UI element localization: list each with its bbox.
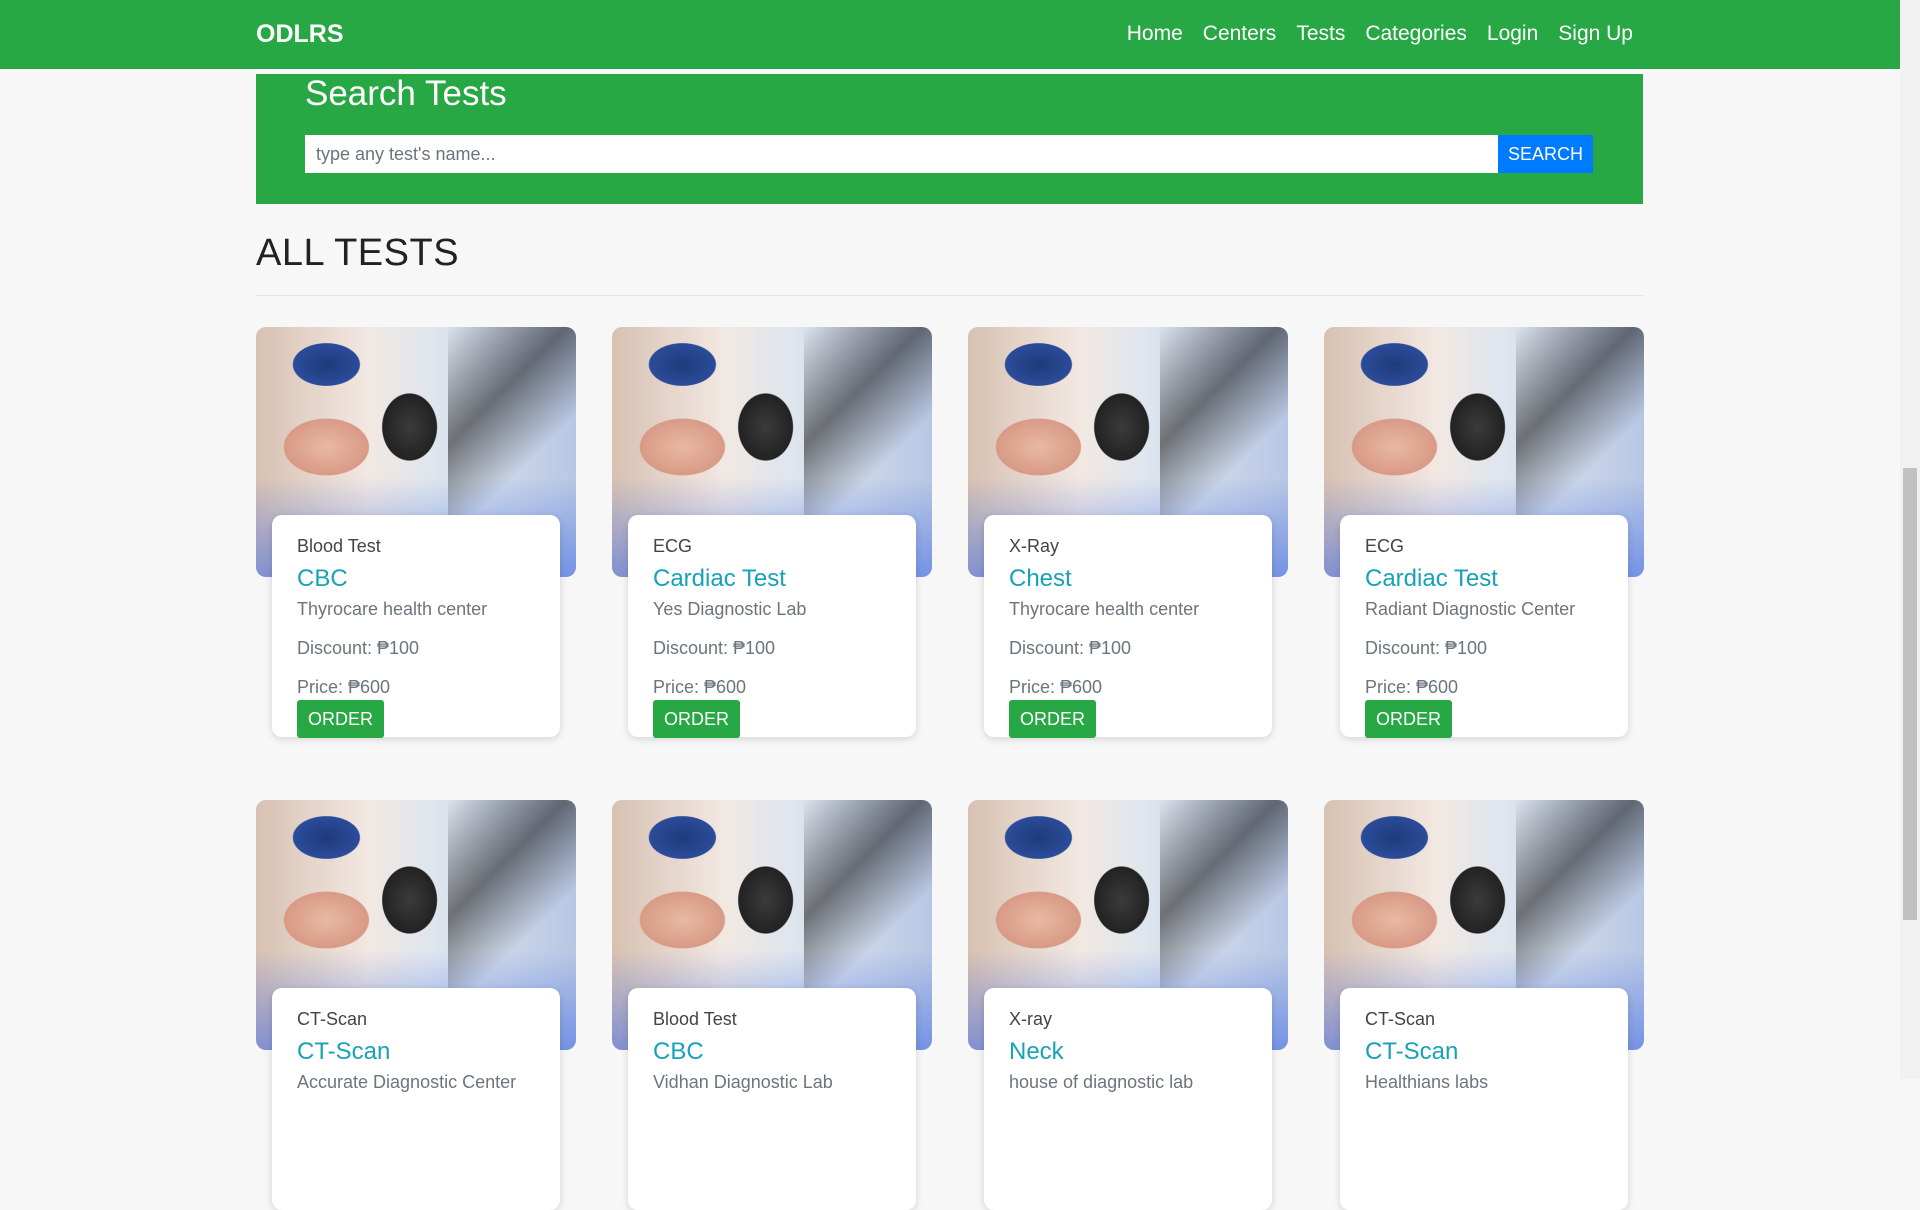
nav-categories[interactable]: Categories [1365, 22, 1467, 46]
card-center: Thyrocare health center [1009, 599, 1200, 619]
order-button[interactable]: ORDER [1009, 700, 1097, 738]
card-category: X-Ray [1009, 536, 1060, 556]
card-discount: Discount: ₱100 [1009, 638, 1132, 658]
card-price: Price: ₱600 [653, 677, 747, 697]
search-button[interactable]: SEARCH [1498, 135, 1593, 173]
card-category: Blood Test [653, 1009, 737, 1029]
card-body: Blood Test CBC Vidhan Diagnostic Lab [628, 988, 916, 1210]
card-category: CT-Scan [297, 1009, 368, 1029]
nav-home[interactable]: Home [1127, 22, 1183, 46]
order-button[interactable]: ORDER [1365, 700, 1453, 738]
card-title-link[interactable]: Neck [1009, 1038, 1064, 1066]
card-body: Blood Test CBC Thyrocare health center D… [272, 515, 560, 738]
card-price: Price: ₱600 [297, 677, 391, 697]
card-title-link[interactable]: CT-Scan [297, 1038, 390, 1066]
card-price: Price: ₱600 [1365, 677, 1459, 697]
card-category: X-ray [1009, 1009, 1053, 1029]
card-center: Thyrocare health center [297, 599, 488, 619]
card-title-link[interactable]: CBC [653, 1038, 704, 1066]
card-title-link[interactable]: Chest [1009, 565, 1072, 593]
order-button[interactable]: ORDER [653, 700, 741, 738]
card-title-link[interactable]: CT-Scan [1365, 1038, 1458, 1066]
card-center: Healthians labs [1365, 1072, 1489, 1092]
card-price: Price: ₱600 [1009, 677, 1103, 697]
card-body: CT-Scan CT-Scan Healthians labs [1340, 988, 1628, 1210]
nav-links: Home Centers Tests Categories Login Sign… [1127, 22, 1633, 46]
card-center: house of diagnostic lab [1009, 1072, 1194, 1092]
card-title-link[interactable]: CBC [297, 565, 348, 593]
search-input[interactable] [305, 135, 1498, 173]
nav-signup[interactable]: Sign Up [1558, 22, 1633, 46]
nav-centers[interactable]: Centers [1203, 22, 1277, 46]
nav-login[interactable]: Login [1487, 22, 1538, 46]
top-navbar: ODLRS Home Centers Tests Categories Logi… [0, 0, 1900, 71]
card-category: CT-Scan [1365, 1009, 1436, 1029]
card-body: CT-Scan CT-Scan Accurate Diagnostic Cent… [272, 988, 560, 1210]
card-category: ECG [1365, 536, 1405, 556]
card-center: Yes Diagnostic Lab [653, 599, 807, 619]
card-center: Accurate Diagnostic Center [297, 1072, 517, 1092]
section-divider [256, 295, 1643, 296]
card-discount: Discount: ₱100 [297, 638, 420, 658]
card-body: X-ray Neck house of diagnostic lab [984, 988, 1272, 1210]
order-button[interactable]: ORDER [297, 700, 385, 738]
card-discount: Discount: ₱100 [653, 638, 776, 658]
search-title: Search Tests [305, 74, 507, 113]
card-center: Radiant Diagnostic Center [1365, 599, 1576, 619]
card-title-link[interactable]: Cardiac Test [653, 565, 786, 593]
card-center: Vidhan Diagnostic Lab [653, 1072, 833, 1092]
brand-logo[interactable]: ODLRS [256, 20, 344, 49]
scrollbar-thumb[interactable] [1903, 468, 1917, 920]
section-heading: ALL TESTS [256, 232, 460, 274]
card-category: Blood Test [297, 536, 381, 556]
card-body: ECG Cardiac Test Radiant Diagnostic Cent… [1340, 515, 1628, 738]
nav-tests[interactable]: Tests [1296, 22, 1345, 46]
card-body: X-Ray Chest Thyrocare health center Disc… [984, 515, 1272, 738]
card-category: ECG [653, 536, 693, 556]
card-title-link[interactable]: Cardiac Test [1365, 565, 1498, 593]
card-discount: Discount: ₱100 [1365, 638, 1488, 658]
search-panel: Search Tests SEARCH [256, 74, 1643, 204]
card-body: ECG Cardiac Test Yes Diagnostic Lab Disc… [628, 515, 916, 738]
